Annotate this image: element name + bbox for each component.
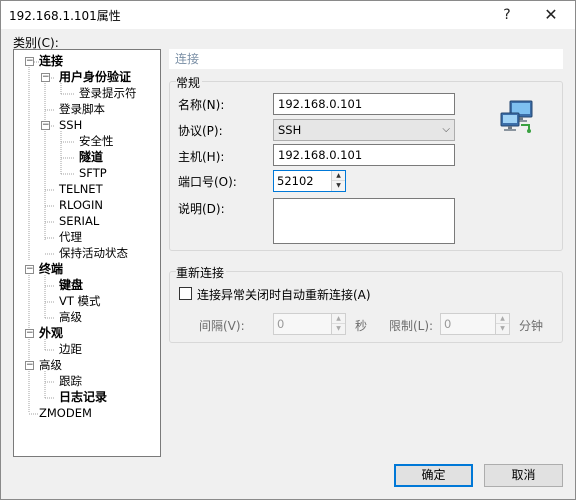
auto-reconnect-checkbox[interactable]: [179, 287, 192, 300]
tree-item-zmodem[interactable]: ZMODEM: [39, 406, 92, 421]
name-field[interactable]: 192.168.0.101: [273, 93, 455, 115]
general-group-title: 常规: [176, 74, 203, 91]
interval-value: 0: [277, 317, 285, 331]
network-connection-icon: [500, 100, 533, 133]
description-label: 说明(D):: [178, 202, 225, 216]
ok-button[interactable]: 确定: [394, 464, 473, 487]
tree-item-vt-mode[interactable]: VT 模式: [59, 294, 101, 309]
tree-item-security[interactable]: 安全性: [79, 134, 114, 149]
collapse-connection-icon[interactable]: −: [25, 57, 34, 66]
description-field[interactable]: [273, 198, 455, 244]
tree-item-login-script[interactable]: 登录脚本: [59, 102, 105, 117]
spin-down-icon[interactable]: ▼: [332, 181, 345, 191]
interval-stepper: 0 ▲ ▼: [273, 313, 346, 335]
window-title: 192.168.1.101属性: [9, 9, 121, 23]
tree-item-serial[interactable]: SERIAL: [59, 214, 99, 229]
tree-item-ssh[interactable]: SSH: [59, 118, 82, 133]
category-tree[interactable]: − 连接 − 用户身份验证 登录提示符 登录脚本 − SSH 安全性 隧道 SF…: [13, 49, 161, 457]
name-label: 名称(N):: [178, 98, 225, 112]
port-stepper-buttons: ▲ ▼: [331, 171, 345, 191]
interval-stepper-buttons: ▲ ▼: [331, 314, 345, 334]
tree-item-logging[interactable]: 日志记录: [59, 390, 107, 405]
tree-item-appearance[interactable]: 外观: [39, 326, 63, 341]
tree-item-sftp[interactable]: SFTP: [79, 166, 107, 181]
tree-item-keepalive[interactable]: 保持活动状态: [59, 246, 128, 261]
port-value: 52102: [277, 174, 314, 188]
limit-unit: 分钟: [519, 319, 544, 333]
limit-value: 0: [444, 317, 452, 331]
interval-label: 间隔(V):: [199, 319, 245, 333]
tree-item-user-auth[interactable]: 用户身份验证: [59, 70, 131, 85]
spin-up-icon: ▲: [496, 314, 509, 324]
tree-item-proxy[interactable]: 代理: [59, 230, 82, 245]
tree-item-terminal[interactable]: 终端: [39, 262, 63, 277]
interval-unit: 秒: [355, 319, 368, 333]
port-stepper[interactable]: 52102 ▲ ▼: [273, 170, 346, 192]
protocol-label: 协议(P):: [178, 124, 223, 138]
tree-item-margins[interactable]: 边距: [59, 342, 82, 357]
cancel-button[interactable]: 取消: [484, 464, 563, 487]
limit-label: 限制(L):: [389, 319, 434, 333]
tree-item-keyboard[interactable]: 键盘: [59, 278, 83, 293]
tree-item-tunnel[interactable]: 隧道: [79, 150, 103, 165]
collapse-ssh-icon[interactable]: −: [41, 121, 50, 130]
chevron-down-icon: ⌵: [442, 124, 450, 135]
tree-item-advanced[interactable]: 高级: [39, 358, 62, 373]
protocol-value: SSH: [278, 123, 302, 137]
properties-dialog: 192.168.1.101属性 ? ✕ 类别(C): − 连接 − 用户身份验证…: [0, 0, 576, 500]
auto-reconnect-label: 连接异常关闭时自动重新连接(A): [197, 288, 371, 302]
close-button[interactable]: ✕: [531, 1, 571, 29]
collapse-auth-icon[interactable]: −: [41, 73, 50, 82]
port-label: 端口号(O):: [178, 175, 237, 189]
reconnect-group-title: 重新连接: [176, 264, 227, 281]
collapse-advanced-icon[interactable]: −: [25, 361, 34, 370]
host-label: 主机(H):: [178, 150, 225, 164]
tree-item-rlogin[interactable]: RLOGIN: [59, 198, 103, 213]
spin-up-icon[interactable]: ▲: [332, 171, 345, 181]
host-field[interactable]: 192.168.0.101: [273, 144, 455, 166]
help-button[interactable]: ?: [487, 1, 527, 29]
collapse-terminal-icon[interactable]: −: [25, 265, 34, 274]
tree-item-telnet[interactable]: TELNET: [59, 182, 103, 197]
spin-up-icon: ▲: [332, 314, 345, 324]
spin-down-icon: ▼: [332, 324, 345, 334]
tree-item-trace[interactable]: 跟踪: [59, 374, 82, 389]
tree-item-connection[interactable]: 连接: [39, 54, 63, 69]
spin-down-icon: ▼: [496, 324, 509, 334]
panel-header: 连接: [169, 49, 563, 69]
title-bar[interactable]: 192.168.1.101属性 ? ✕: [1, 1, 575, 29]
tree-item-terminal-advanced[interactable]: 高级: [59, 310, 82, 325]
protocol-select[interactable]: SSH ⌵: [273, 119, 455, 141]
collapse-appearance-icon[interactable]: −: [25, 329, 34, 338]
limit-stepper-buttons: ▲ ▼: [495, 314, 509, 334]
limit-stepper: 0 ▲ ▼: [440, 313, 510, 335]
tree-item-login-prompt[interactable]: 登录提示符: [79, 86, 137, 101]
